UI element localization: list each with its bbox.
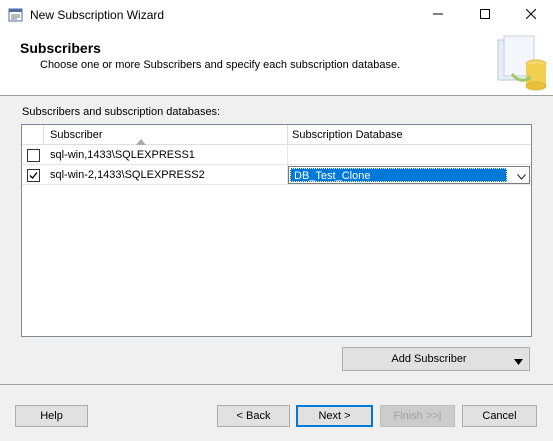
title-bar: New Subscription Wizard [0,0,553,30]
footer-divider [0,384,553,385]
finish-button[interactable]: Finish >>| [380,405,455,427]
select-column-header [22,125,44,145]
wizard-app-icon [8,7,24,23]
wizard-header: Subscribers Choose one or more Subscribe… [0,30,553,96]
cancel-button[interactable]: Cancel [462,405,537,427]
subscription-database-dropdown[interactable]: DB_Test_Clone [288,166,530,184]
minimize-button[interactable] [415,0,461,30]
minimize-icon [433,9,443,22]
selected-database-value: DB_Test_Clone [290,168,507,182]
page-title: Subscribers [20,40,101,56]
column-header-subscriber[interactable]: Subscriber [44,125,288,145]
next-button[interactable]: Next > [296,405,373,427]
column-header-label: Subscriber [50,129,103,141]
table-row[interactable]: sql-win,1433\SQLEXPRESS1 [22,145,531,165]
subscriber-cell: sql-win,1433\SQLEXPRESS1 [50,145,288,165]
chevron-down-icon [517,171,526,183]
close-button[interactable] [508,0,553,30]
maximize-icon [480,8,490,22]
subscriber-cell: sql-win-2,1433\SQLEXPRESS2 [50,165,288,185]
subscribers-grid[interactable]: Subscriber Subscription Database sql-win… [21,124,532,337]
row-checkbox[interactable] [27,169,40,182]
column-header-subscription-database[interactable]: Subscription Database [288,125,531,145]
subscription-database-cell[interactable] [288,145,531,165]
column-header-label: Subscription Database [292,129,403,141]
grid-label: Subscribers and subscription databases: [22,106,221,118]
window-title: New Subscription Wizard [30,8,165,22]
add-subscriber-label: Add Subscriber [391,353,467,365]
close-icon [525,8,537,22]
back-button[interactable]: < Back [217,405,290,427]
table-row[interactable]: sql-win-2,1433\SQLEXPRESS2 DB_Test_Clone [22,165,531,185]
maximize-button[interactable] [462,0,508,30]
add-subscriber-button[interactable]: Add Subscriber [342,347,530,371]
row-checkbox[interactable] [27,149,40,162]
dropdown-arrow-icon[interactable] [514,356,523,368]
grid-header: Subscriber Subscription Database [22,125,531,145]
help-button[interactable]: Help [15,405,88,427]
page-description: Choose one or more Subscribers and speci… [40,59,401,71]
database-publication-icon [490,34,550,94]
